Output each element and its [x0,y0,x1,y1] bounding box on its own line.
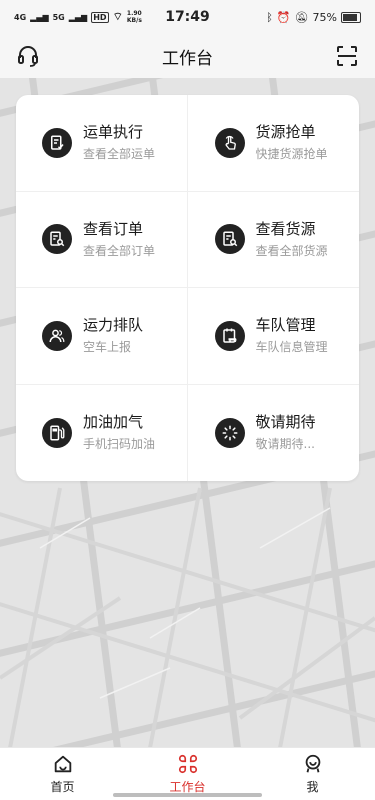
menu-subtitle: 快捷货源抢单 [255,147,328,162]
signal-bars-icon: ▂▄▆ [30,12,49,22]
menu-title: 车队管理 [255,316,316,335]
status-left: 4G ▂▄▆ 5G ▂▄▆ HD ⌔ 1.90 KB/s [14,10,145,24]
menu-title: 查看货源 [255,219,316,238]
page-header: 工作台 [0,34,375,78]
signal-4g: 4G [14,12,27,22]
bottom-tab-bar: 首页 工作台 我 [0,747,375,800]
menu-title: 敬请期待 [255,413,316,432]
menu-item-orders[interactable]: 查看订单 查看全部订单 [16,191,188,288]
menu-subtitle: 查看全部订单 [83,243,156,258]
menu-subtitle: 查看全部运单 [83,147,156,162]
menu-subtitle: 敬请期待... [255,437,315,452]
tab-workbench[interactable]: 工作台 [148,753,228,795]
home-indicator [113,793,262,797]
menu-subtitle: 空车上报 [83,340,132,355]
fleet-icon [214,320,245,351]
menu-title: 加油加气 [83,413,144,432]
tab-label: 我 [306,780,319,794]
status-right: ᛒ ⏰ 🔕︎ 75% [266,11,361,24]
menu-title: 运力排队 [83,316,144,335]
battery-icon [341,11,361,23]
menu-subtitle: 查看全部货源 [255,243,328,258]
menu-item-fleet[interactable]: 车队管理 车队信息管理 [187,288,359,385]
tab-home[interactable]: 首页 [23,753,103,795]
workbench-grid: 运单执行 查看全部运单 货源抢单 快捷货源抢单 查看订单 查看全部订单 查看货源… [16,95,359,481]
menu-subtitle: 手机扫码加油 [83,437,156,452]
fuel-pump-icon [42,417,72,448]
tab-profile[interactable]: 我 [273,753,353,795]
scan-icon[interactable] [335,44,359,68]
menu-item-grab-cargo[interactable]: 货源抢单 快捷货源抢单 [187,95,359,192]
wifi-icon: ⌔ [112,10,123,23]
network-speed: 1.90 KB/s [126,10,142,24]
status-bar: 4G ▂▄▆ 5G ▂▄▆ HD ⌔ 1.90 KB/s 17:49 ᛒ ⏰ 🔕… [0,0,375,34]
tab-label: 首页 [50,780,75,794]
order-search-icon [42,224,72,255]
page-title: 工作台 [162,48,213,69]
headset-icon[interactable] [16,44,40,68]
loading-icon [214,417,245,448]
menu-subtitle: 车队信息管理 [255,340,328,355]
signal-5g: 5G [52,12,65,22]
bluetooth-icon: ᛒ [266,10,273,24]
battery-percent: 75% [312,10,337,24]
people-icon [42,320,72,351]
cargo-search-icon [214,224,245,255]
menu-item-coming-soon[interactable]: 敬请期待 敬请期待... [188,385,360,482]
workbench-icon [178,754,197,774]
tap-hand-icon [214,127,245,158]
menu-item-cargo[interactable]: 查看货源 查看全部货源 [187,192,359,288]
profile-icon [305,754,320,773]
home-icon [54,755,71,773]
menu-title: 运单执行 [83,123,144,142]
menu-title: 货源抢单 [255,123,316,142]
menu-item-waybill[interactable]: 运单执行 查看全部运单 [16,95,188,192]
alarm-icon: ⏰ [276,10,291,24]
menu-item-fuel[interactable]: 加油加气 手机扫码加油 [16,384,188,481]
signal-bars-icon: ▂▄▆ [68,12,88,22]
hd-badge: HD [91,11,109,23]
menu-title: 查看订单 [83,219,144,238]
mute-icon: 🔕︎ [294,10,309,24]
menu-item-capacity-queue[interactable]: 运力排队 空车上报 [16,288,188,385]
waybill-icon [42,127,72,158]
workbench-card: 运单执行 查看全部运单 货源抢单 快捷货源抢单 查看订单 查看全部订单 查看货源… [16,95,359,481]
